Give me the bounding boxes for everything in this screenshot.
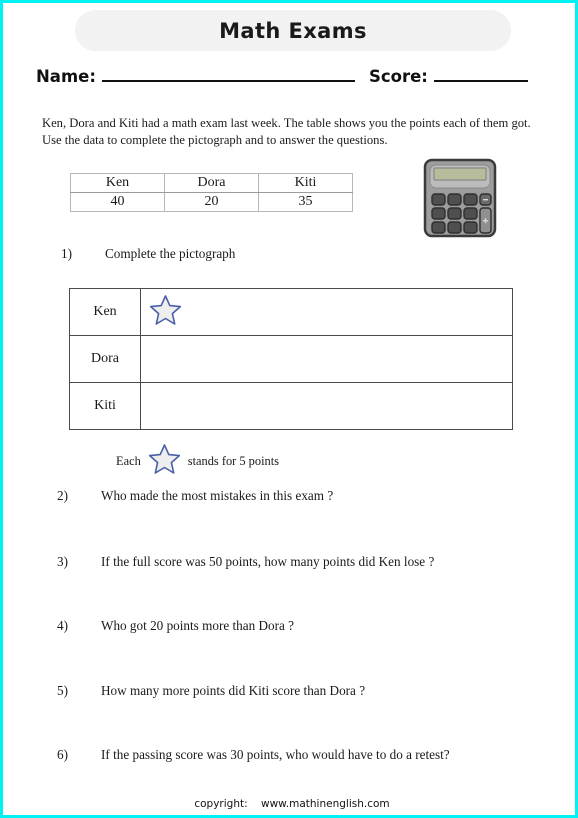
pictograph-cell-ken[interactable] (140, 288, 513, 336)
question-3-text: If the full score was 50 points, how man… (101, 554, 435, 569)
website-url: www.mathinenglish.com (260, 798, 390, 810)
table-row-values: 40 20 35 (70, 192, 353, 212)
star-icon (148, 443, 181, 479)
question-6: 6) If the passing score was 30 points, w… (57, 747, 450, 763)
name-score-row: Name: Score: (36, 61, 548, 85)
question-2-text: Who made the most mistakes in this exam … (101, 488, 334, 503)
table-header-ken: Ken (70, 173, 165, 193)
intro-paragraph: Ken, Dora and Kiti had a math exam last … (42, 115, 531, 148)
table-value-dora: 20 (164, 192, 259, 212)
title-banner: Math Exams (75, 10, 511, 51)
legend-prefix: Each (116, 453, 141, 468)
question-6-number: 6) (57, 747, 68, 762)
footer: copyright: www.mathinenglish.com (3, 798, 575, 810)
question-4-number: 4) (57, 618, 68, 633)
question-5: 5) How many more points did Kiti score t… (57, 683, 365, 699)
question-4-text: Who got 20 points more than Dora ? (101, 618, 295, 633)
pictograph-label-dora: Dora (69, 335, 141, 383)
question-5-number: 5) (57, 683, 68, 698)
copyright-label: copyright: (194, 798, 248, 810)
star-row-ken (149, 289, 512, 335)
star-row-kiti (149, 383, 512, 429)
question-6-text: If the passing score was 30 points, who … (101, 747, 450, 762)
table-header-dora: Dora (164, 173, 259, 193)
question-3: 3) If the full score was 50 points, how … (57, 554, 434, 570)
pictograph-label-ken: Ken (69, 288, 141, 336)
table-row-headers: Ken Dora Kiti (70, 173, 353, 193)
pictograph-cell-dora[interactable] (140, 335, 513, 383)
score-input-line[interactable] (433, 79, 528, 82)
pictograph-legend: Each stands for 5 points (116, 443, 279, 479)
question-1-text: Complete the pictograph (105, 246, 236, 261)
pictograph-row-kiti: Kiti (69, 382, 513, 430)
star-icon (149, 294, 182, 331)
question-5-text: How many more points did Kiti score than… (101, 683, 366, 698)
pictograph-row-ken: Ken (69, 288, 513, 336)
question-2: 2) Who made the most mistakes in this ex… (57, 488, 333, 504)
question-4: 4) Who got 20 points more than Dora ? (57, 618, 294, 634)
question-1: 1) Complete the pictograph (61, 246, 235, 262)
calculator-icon (423, 158, 497, 238)
score-data-table: Ken Dora Kiti 40 20 35 (70, 173, 353, 212)
star-row-dora (149, 336, 512, 382)
question-1-number: 1) (61, 246, 72, 261)
name-label: Name: (36, 66, 96, 86)
page-title: Math Exams (219, 18, 367, 43)
name-input-line[interactable] (101, 79, 355, 82)
pictograph-cell-kiti[interactable] (140, 382, 513, 430)
question-2-number: 2) (57, 488, 68, 503)
table-header-kiti: Kiti (258, 173, 353, 193)
table-value-ken: 40 (70, 192, 165, 212)
worksheet-page: Math Exams Name: Score: Ken, Dora and Ki… (0, 0, 578, 818)
table-value-kiti: 35 (258, 192, 353, 212)
pictograph-table: Ken Dora Kiti (69, 288, 513, 430)
pictograph-row-dora: Dora (69, 335, 513, 383)
pictograph-label-kiti: Kiti (69, 382, 141, 430)
score-label: Score: (368, 66, 428, 86)
question-3-number: 3) (57, 554, 68, 569)
legend-suffix: stands for 5 points (187, 453, 279, 468)
